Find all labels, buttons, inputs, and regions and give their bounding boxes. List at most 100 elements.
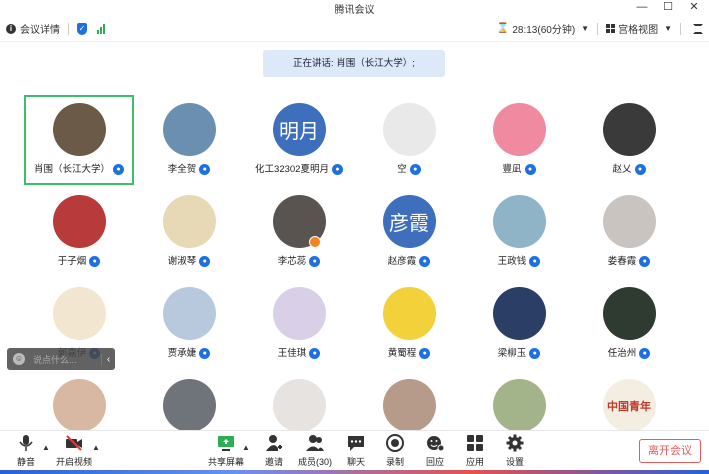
chat-input[interactable]: 说点什么... [33,353,101,366]
participant-name: 豐凪 ● [464,161,574,175]
meeting-timer[interactable]: 28:13(60分钟) [512,21,575,36]
fullscreen-icon[interactable] [693,23,703,34]
participant-name-label: 梁柳玉 [497,348,527,359]
participant-name: 王政钱 ● [464,253,574,267]
participant-name: 李芯蕊 ● [244,253,354,267]
leave-meeting-button[interactable]: 离开会议 [639,439,701,463]
microphone-icon: ● [639,347,651,359]
security-shield-icon[interactable]: ✓ [77,22,87,35]
participant-name-label: 肖围（长江大学） [33,164,110,175]
apps-icon [467,435,483,451]
info-icon[interactable]: i [6,23,16,34]
minimize-button[interactable]: — [630,0,654,14]
participant-tile[interactable]: 贾承婕 ● [134,279,244,369]
divider [597,22,599,35]
microphone-icon: ● [199,347,211,359]
meeting-details-link[interactable]: 会议详情 [20,21,60,36]
participant-tile[interactable]: 赵乂 ● [574,95,684,185]
microphone-icon: ● [199,163,211,175]
participant-tile[interactable]: 肖围（长江大学） ● [24,95,134,185]
add-user-icon [266,435,282,451]
share-options-chevron-icon[interactable]: ▲ [242,443,250,452]
grid-view-icon [606,24,616,33]
hourglass-icon: ⌛ [496,23,510,34]
participant-name: 空 ● [354,161,464,175]
reaction-icon [427,436,444,452]
emoji-icon[interactable]: ☺ [13,353,25,365]
participant-tile[interactable]: 谢淑琴 ● [134,187,244,277]
floating-chat-bar[interactable]: ☺ 说点什么... ‹ [7,348,115,370]
avatar [382,287,436,340]
microphone-icon: ● [419,347,431,359]
share-screen-button[interactable]: 共享屏幕 [206,434,246,468]
invite-button[interactable]: 邀请 [254,434,294,468]
reaction-button[interactable]: 回应 [415,434,455,468]
avatar [272,287,326,340]
close-button[interactable]: ✕ [682,0,706,14]
participant-tile[interactable]: 豐凪 ● [464,95,574,185]
collapse-chat-button[interactable]: ‹ [101,353,115,365]
divider [680,22,681,35]
microphone-icon: ● [529,255,541,267]
participant-tile[interactable]: 彦霞 赵彦霞 ● [354,187,464,277]
chevron-down-icon[interactable]: ▼ [581,24,589,33]
participant-name: 李全贺 ● [134,161,244,175]
participant-name: 娄春霞 ● [574,253,684,267]
participant-tile[interactable]: 空 ● [354,95,464,185]
window-title: 腾讯会议 [334,5,375,16]
participant-tile[interactable]: 梁柳玉 ● [464,279,574,369]
participant-tile[interactable]: 李芯蕊 ● [244,187,354,277]
participant-name: 任治州 ● [574,345,684,359]
participant-tile[interactable]: 王佳琪 ● [244,279,354,369]
participant-tile[interactable]: 于子烟 ● [24,187,134,277]
participant-name-label: 王佳琪 [277,348,307,359]
participant-name-label: 黄蜀程 [387,348,417,359]
participant-name: 肖围（长江大学） ● [26,161,132,175]
avatar [162,287,216,340]
microphone-icon: ● [634,163,646,175]
members-button[interactable]: 成员(30) [295,434,335,468]
taskbar-strip [0,470,709,474]
audio-options-chevron-icon[interactable]: ▲ [42,443,50,452]
participant-tile[interactable]: 娄春霞 ● [574,187,684,277]
avatar [492,195,546,248]
participant-name-label: 李芯蕊 [277,256,307,267]
participant-name-label: 赵彦霞 [387,256,417,267]
start-video-button[interactable]: 开启视频 [54,434,94,468]
participant-tile[interactable]: 王政钱 ● [464,187,574,277]
avatar [382,103,436,156]
microphone-icon: ● [89,255,101,267]
microphone-icon: ● [331,163,343,175]
chat-icon [348,436,364,451]
record-button[interactable]: 录制 [375,434,415,468]
mute-button[interactable]: 静音 [6,434,46,468]
participant-tile[interactable]: 黄蜀程 ● [354,279,464,369]
divider [68,22,69,35]
participant-name: 赵乂 ● [574,161,684,175]
avatar [272,195,326,248]
avatar [52,103,106,156]
chevron-down-icon[interactable]: ▼ [664,24,672,33]
avatar [52,379,106,432]
avatar [602,103,656,156]
participant-name-label: 空 [397,164,407,175]
microphone-icon: ● [199,255,211,267]
participant-name-label: 豐凪 [502,164,522,175]
settings-button[interactable]: 设置 [495,434,535,468]
participant-name-label: 娄春霞 [607,256,637,267]
participant-name: 谢淑琴 ● [134,253,244,267]
microphone-icon: ● [639,255,651,267]
participant-tile[interactable]: 李全贺 ● [134,95,244,185]
participant-name-label: 赵乂 [612,164,632,175]
maximize-button[interactable]: ☐ [656,0,680,14]
avatar [602,195,656,248]
participant-tile[interactable]: 明月 化工32302夏明月 ● [244,95,354,185]
apps-button[interactable]: 应用 [455,434,495,468]
video-options-chevron-icon[interactable]: ▲ [92,443,100,452]
chat-button[interactable]: 聊天 [336,434,376,468]
network-signal-icon[interactable] [97,23,106,34]
view-mode-selector[interactable]: 宫格视图 [618,21,658,36]
participant-tile[interactable]: 任治州 ● [574,279,684,369]
gear-icon [506,434,524,452]
avatar [52,287,106,340]
